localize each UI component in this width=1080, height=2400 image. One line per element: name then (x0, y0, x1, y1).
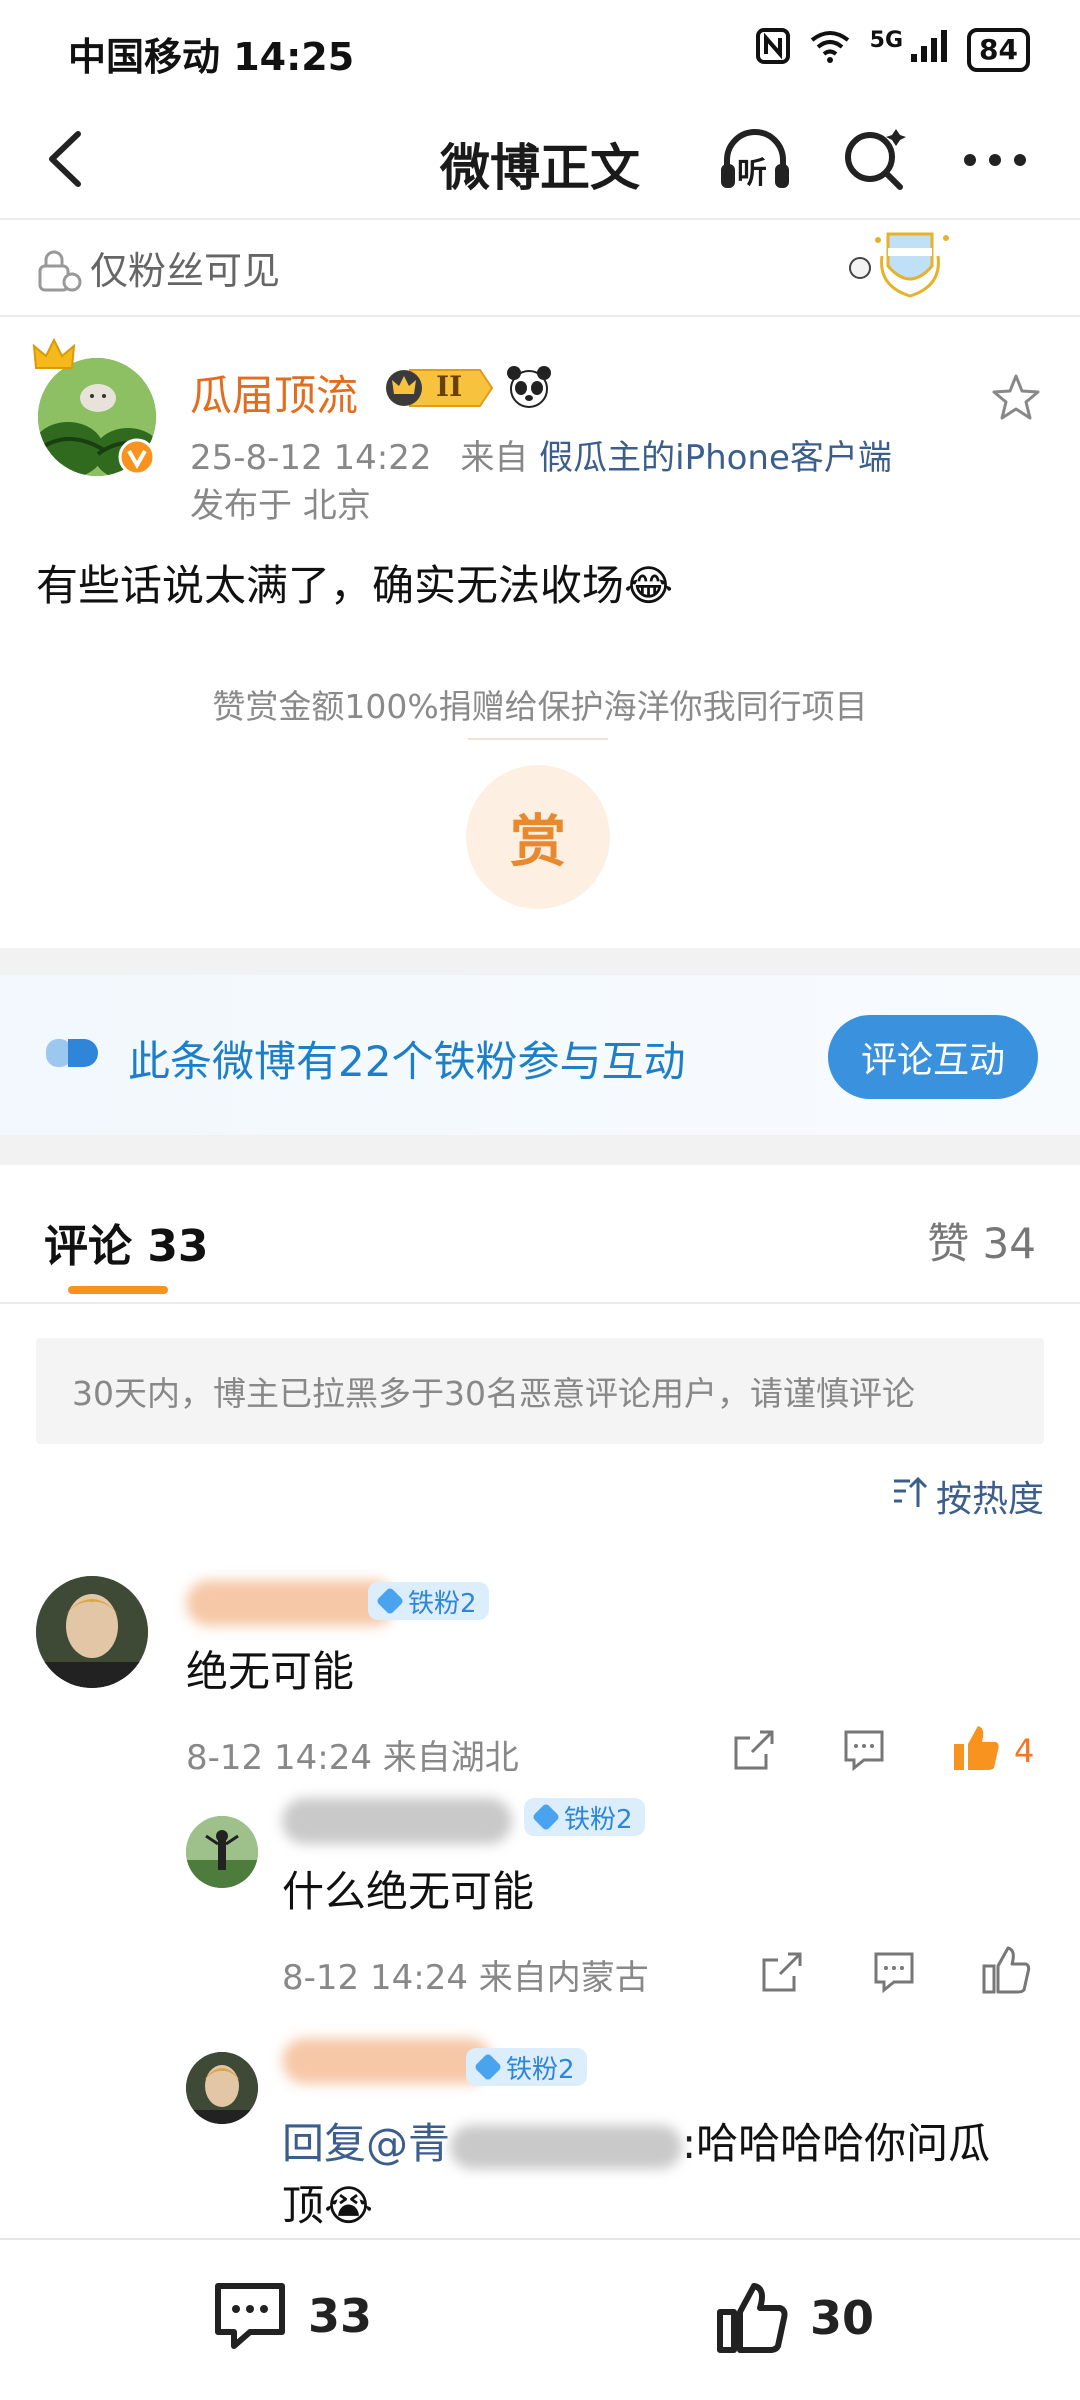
signal-icon (909, 28, 949, 72)
comment-notice: 30天内，博主已拉黑多于30名恶意评论用户，请谨慎评论 (36, 1338, 1044, 1444)
section-gap (0, 1135, 1080, 1165)
post-location: 发布于 北京 (190, 486, 371, 526)
visibility-row: 仅粉丝可见 (0, 222, 1080, 317)
reply-text-line1: 回复@青 :哈哈哈哈你问瓜 (282, 2110, 990, 2171)
sort-label: 按热度 (935, 1479, 1044, 1520)
fan-badge: 铁粉2 (524, 1798, 645, 1836)
status-bar: 中国移动 14:25 5G 84 (0, 0, 1080, 100)
post-body: 有些话说太满了，确实无法收场😂 (36, 561, 674, 610)
bottom-comment-button[interactable]: 33 (212, 2280, 372, 2352)
commenter-name-redacted (186, 1580, 396, 1626)
panda-icon (506, 364, 552, 414)
reply-text-tail: :哈哈哈哈你问瓜 (682, 2119, 991, 2168)
reward-button[interactable]: 赏 (466, 765, 610, 909)
battery-indicator: 84 (967, 28, 1030, 72)
status-icons: 5G 84 (755, 28, 1030, 72)
post-source-prefix: 来自 (460, 438, 529, 478)
listen-button[interactable]: 听 (715, 120, 795, 200)
more-icon (964, 154, 1026, 166)
fan-badge: 铁粉2 (466, 2048, 587, 2086)
crown-icon (32, 337, 76, 376)
status-time: 中国移动 14:25 (68, 35, 355, 79)
like-icon (717, 2283, 788, 2353)
search-icon (845, 129, 906, 190)
like-count: 4 (1014, 1732, 1035, 1770)
comment-icon (215, 2283, 285, 2349)
replier-name-redacted (282, 2038, 492, 2084)
like-icon[interactable] (980, 1944, 1031, 1994)
share-icon[interactable] (730, 1726, 778, 1774)
wifi-icon (808, 28, 852, 72)
fans-icon (44, 1035, 102, 1075)
favorite-star-icon[interactable] (990, 372, 1042, 428)
reply-meta: 8-12 14:24 来自内蒙古 (282, 1958, 649, 1998)
bottom-comment-count: 33 (308, 2289, 373, 2343)
comment-icon[interactable] (840, 1726, 888, 1774)
verified-badge-icon (118, 438, 156, 480)
like-icon[interactable] (950, 1722, 999, 1770)
reply-text: 什么绝无可能 (282, 1867, 535, 1916)
mention-link[interactable]: 回复@青 (282, 2119, 450, 2168)
bottom-like-button[interactable]: 30 (714, 2280, 874, 2356)
tab-underline (68, 1286, 168, 1294)
comment-meta: 8-12 14:24 来自湖北 (186, 1738, 519, 1778)
search-button[interactable] (835, 120, 915, 200)
share-icon[interactable] (758, 1948, 806, 1996)
replier-avatar[interactable] (186, 1816, 258, 1888)
fans-banner-text: 此条微博有22个铁粉参与互动 (128, 1037, 686, 1086)
replier-avatar[interactable] (186, 2052, 258, 2124)
lock-icon (36, 248, 82, 298)
fans-banner: 此条微博有22个铁粉参与互动 评论互动 (0, 975, 1080, 1135)
post-meta: 25-8-12 14:22 来自 假瓜主的iPhone客户端 (190, 430, 892, 479)
replier-name-redacted (282, 1798, 512, 1844)
bottom-bar: 33 30 (0, 2238, 1080, 2400)
tab-divider (0, 1302, 1080, 1304)
comment-interact-button[interactable]: 评论互动 (828, 1015, 1038, 1099)
reply-text-line2: 顶😭 (282, 2181, 374, 2230)
fan-emblem-icon (848, 226, 958, 310)
tab-likes[interactable]: 赞 34 (927, 1210, 1036, 1271)
redacted-mention (450, 2124, 683, 2169)
tab-comments[interactable]: 评论 33 (44, 1210, 209, 1274)
section-gap (0, 948, 1080, 976)
fan-badge: 铁粉2 (368, 1582, 489, 1620)
listen-label: 听 (737, 156, 767, 191)
page-title: 微博正文 (440, 139, 640, 197)
visibility-label: 仅粉丝可见 (90, 249, 281, 293)
comment-text: 绝无可能 (186, 1647, 355, 1696)
bottom-like-count: 30 (810, 2291, 875, 2345)
post-date: 25-8-12 14:22 (190, 438, 432, 478)
more-button[interactable] (955, 120, 1035, 200)
member-level: II (436, 370, 463, 403)
sort-icon (892, 1475, 928, 1518)
nav-bar: 微博正文 听 (0, 100, 1080, 220)
commenter-avatar[interactable] (36, 1576, 148, 1688)
reward-divider (468, 738, 608, 740)
post-source[interactable]: 假瓜主的iPhone客户端 (539, 438, 892, 478)
network-label: 5G (869, 28, 904, 53)
reward-note: 赞赏金额100%捐赠给保护海洋你我同行项目 (212, 687, 868, 726)
sort-button[interactable]: 按热度 (892, 1470, 1044, 1522)
comment-icon[interactable] (870, 1948, 918, 1996)
member-badge: II (384, 366, 496, 410)
nfc-icon (755, 28, 790, 72)
author-name[interactable]: 瓜届顶流 (190, 362, 358, 423)
